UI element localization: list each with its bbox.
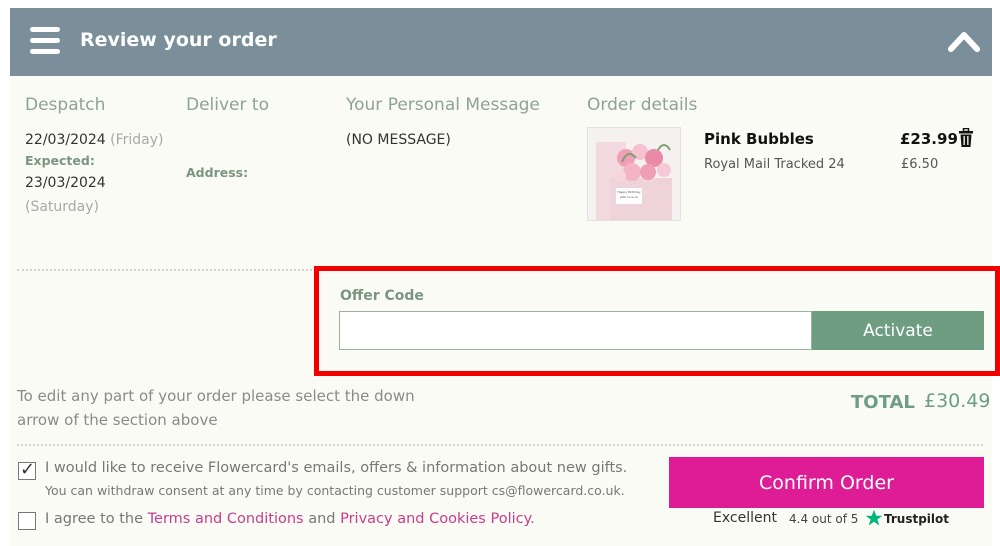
despatch-date: 22/03/2024 (Friday) — [25, 132, 164, 148]
expected-date: 23/03/2024 — [25, 175, 106, 191]
expected-day: (Saturday) — [25, 199, 100, 215]
checkmark-icon: ✓ — [20, 459, 36, 480]
divider — [17, 444, 983, 446]
edit-order-note: To edit any part of your order please se… — [17, 387, 415, 429]
trustpilot-score: 4.4 out of 5 — [789, 512, 859, 526]
page-title: Review your order — [80, 29, 277, 51]
total-label: TOTAL — [851, 392, 915, 413]
despatch-date-value: 22/03/2024 — [25, 132, 106, 148]
offer-code-input[interactable] — [339, 311, 812, 350]
privacy-link[interactable]: Privacy and Cookies Policy — [340, 511, 530, 527]
shipping-method: Royal Mail Tracked 24 — [704, 157, 845, 172]
terms-and: and — [303, 511, 341, 527]
product-name: Pink Bubbles — [704, 130, 814, 148]
terms-suffix: . — [530, 511, 535, 527]
product-thumbnail: Happy Birthday with love xx — [587, 127, 681, 221]
personal-message-heading: Your Personal Message — [346, 95, 540, 115]
total-value: £30.49 — [924, 390, 991, 412]
star-icon — [865, 509, 883, 526]
terms-checkbox[interactable] — [18, 512, 36, 530]
terms-prefix: I agree to the — [45, 511, 148, 527]
chevron-up-icon[interactable] — [948, 30, 980, 52]
card-text-line: with love xx — [619, 195, 639, 199]
despatch-heading: Despatch — [25, 95, 106, 115]
flower-box-image — [588, 128, 680, 220]
deliver-to-heading: Deliver to — [186, 95, 269, 115]
expected-label: Expected: — [25, 153, 95, 168]
despatch-day: (Friday) — [110, 132, 164, 148]
trash-icon[interactable] — [958, 128, 974, 148]
shipping-price: £6.50 — [901, 157, 939, 172]
card-text-line: Happy Birthday — [617, 190, 641, 194]
activate-button[interactable]: Activate — [812, 311, 984, 350]
order-details-heading: Order details — [587, 95, 698, 115]
email-consent-text: I would like to receive Flowercard's ema… — [45, 460, 628, 476]
trustpilot-brand[interactable]: Trustpilot — [884, 512, 949, 526]
menu-icon[interactable] — [30, 27, 60, 57]
address-label: Address: — [186, 165, 249, 180]
terms-consent-text: I agree to the Terms and Conditions and … — [45, 511, 535, 527]
personal-message-text: (NO MESSAGE) — [346, 132, 451, 148]
terms-link[interactable]: Terms and Conditions — [148, 511, 304, 527]
offer-code-label: Offer Code — [340, 288, 424, 304]
email-consent-checkbox[interactable]: ✓ — [18, 459, 36, 480]
trustpilot-rating: Excellent — [713, 510, 777, 526]
product-price: £23.99 — [900, 130, 958, 148]
divider — [17, 269, 312, 271]
email-consent-subtext: You can withdraw consent at any time by … — [45, 483, 625, 498]
confirm-order-button[interactable]: Confirm Order — [669, 457, 984, 508]
review-header[interactable]: Review your order — [10, 8, 992, 76]
